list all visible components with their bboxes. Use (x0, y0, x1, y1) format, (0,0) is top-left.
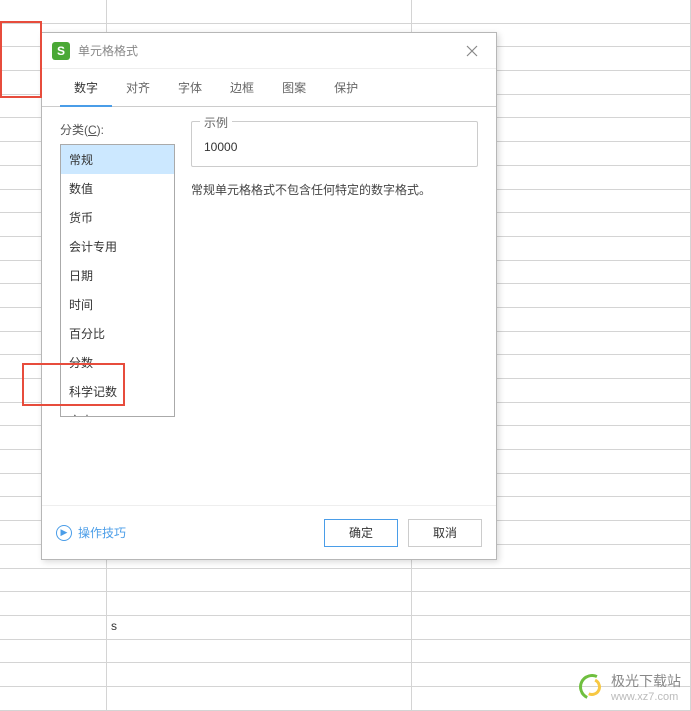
tab-protection[interactable]: 保护 (320, 69, 372, 106)
category-item-scientific[interactable]: 科学记数 (61, 377, 174, 406)
dialog-title: 单元格格式 (78, 42, 458, 59)
watermark: 极光下载站 www.xz7.com (579, 671, 681, 703)
tab-pattern[interactable]: 图案 (268, 69, 320, 106)
category-item-time[interactable]: 时间 (61, 290, 174, 319)
category-label-hotkey: C (88, 123, 97, 137)
tab-border[interactable]: 边框 (216, 69, 268, 106)
close-icon (466, 45, 478, 57)
cell-format-dialog: S 单元格格式 数字 对齐 字体 边框 图案 保护 分类(C): 常规 数值 货… (41, 32, 497, 560)
ok-label: 确定 (349, 524, 373, 541)
category-item-accounting[interactable]: 会计专用 (61, 232, 174, 261)
tab-number[interactable]: 数字 (60, 69, 112, 106)
format-description: 常规单元格格式不包含任何特定的数字格式。 (191, 181, 478, 200)
ok-button[interactable]: 确定 (324, 519, 398, 547)
watermark-line1: 极光下载站 (611, 671, 681, 691)
play-icon: ▶ (56, 525, 72, 541)
tips-label: 操作技巧 (78, 524, 126, 541)
right-column: 示例 10000 常规单元格格式不包含任何特定的数字格式。 (191, 121, 478, 493)
category-item-percentage[interactable]: 百分比 (61, 319, 174, 348)
tabs: 数字 对齐 字体 边框 图案 保护 (42, 69, 496, 107)
watermark-line2: www.xz7.com (611, 691, 681, 703)
example-box: 示例 10000 (191, 121, 478, 167)
category-item-currency[interactable]: 货币 (61, 203, 174, 232)
category-item-fraction[interactable]: 分数 (61, 348, 174, 377)
watermark-logo-icon (579, 674, 605, 700)
category-item-number[interactable]: 数值 (61, 174, 174, 203)
example-label: 示例 (204, 116, 228, 130)
category-label-prefix: 分类( (60, 123, 88, 137)
tab-font[interactable]: 字体 (164, 69, 216, 106)
close-button[interactable] (458, 39, 486, 63)
example-value: 10000 (192, 122, 477, 166)
category-label-suffix: ): (97, 123, 104, 137)
tab-alignment[interactable]: 对齐 (112, 69, 164, 106)
dialog-footer: ▶ 操作技巧 确定 取消 (42, 505, 496, 559)
category-column: 分类(C): 常规 数值 货币 会计专用 日期 时间 百分比 分数 科学记数 文… (60, 121, 175, 493)
category-label: 分类(C): (60, 121, 175, 138)
category-list[interactable]: 常规 数值 货币 会计专用 日期 时间 百分比 分数 科学记数 文本 特殊 自定… (60, 144, 175, 417)
cell-value-s[interactable]: s (111, 619, 117, 633)
category-item-date[interactable]: 日期 (61, 261, 174, 290)
tips-link[interactable]: ▶ 操作技巧 (56, 524, 126, 541)
titlebar: S 单元格格式 (42, 33, 496, 69)
dialog-content: 分类(C): 常规 数值 货币 会计专用 日期 时间 百分比 分数 科学记数 文… (42, 107, 496, 507)
category-item-general[interactable]: 常规 (61, 145, 174, 174)
cancel-label: 取消 (433, 524, 457, 541)
cancel-button[interactable]: 取消 (408, 519, 482, 547)
category-item-text[interactable]: 文本 (61, 406, 174, 417)
app-icon-letter: S (57, 44, 65, 58)
app-icon: S (52, 42, 70, 60)
